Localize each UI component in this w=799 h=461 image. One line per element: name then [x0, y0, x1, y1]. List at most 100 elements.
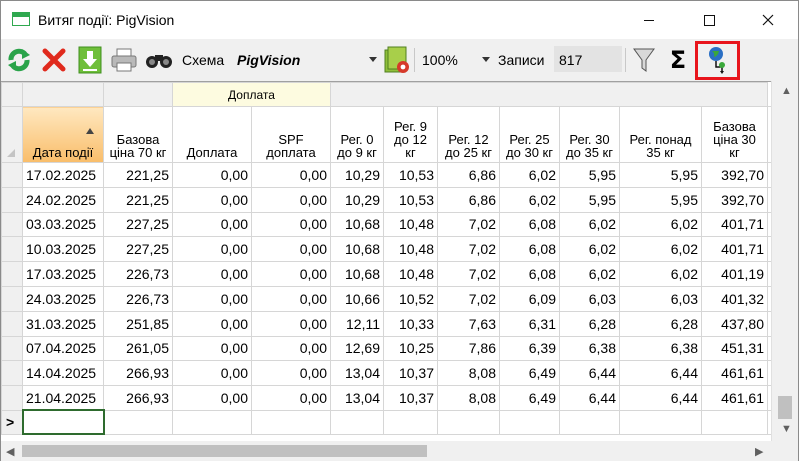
table-cell[interactable]: 0,00 — [172, 385, 252, 411]
maximize-button[interactable] — [686, 1, 732, 39]
table-cell[interactable]: 6,38 — [559, 335, 620, 362]
search-button[interactable] — [144, 45, 174, 75]
table-cell[interactable]: 6,44 — [619, 360, 702, 387]
new-row[interactable]: > — [1, 409, 773, 436]
column-header[interactable]: Дата події — [22, 106, 104, 163]
scheme-settings-button[interactable] — [382, 45, 412, 75]
table-cell[interactable]: 401,32 — [701, 285, 768, 312]
table-cell[interactable]: 0,00 — [251, 261, 331, 287]
table-cell[interactable]: 12,69 — [330, 335, 384, 362]
table-row[interactable]: 03.03.2025 227,25 0,00 0,00 10,68 10,48 7,02 6,… — [1, 211, 773, 238]
table-cell[interactable]: 392,70 — [701, 162, 768, 188]
horizontal-scrollbar[interactable]: ◀ ▶ — [1, 441, 771, 461]
table-cell[interactable]: 0,00 — [172, 360, 252, 387]
table-cell[interactable]: 0,00 — [251, 385, 331, 411]
table-cell[interactable]: 10.03.2025 — [22, 236, 104, 263]
table-cell[interactable]: 10,53 — [383, 186, 438, 213]
close-button[interactable] — [745, 1, 791, 39]
table-cell[interactable]: 6,03 — [559, 285, 620, 312]
table-cell[interactable] — [103, 409, 173, 435]
table-cell[interactable]: 226,73 — [103, 261, 173, 287]
table-cell[interactable]: 10,66 — [330, 285, 384, 312]
table-cell[interactable] — [172, 409, 252, 435]
table-cell[interactable]: 24.02.2025 — [22, 186, 104, 213]
table-cell[interactable]: 03.03.2025 — [22, 211, 104, 238]
table-cell[interactable] — [330, 409, 384, 435]
table-cell[interactable]: 10,33 — [383, 310, 438, 337]
column-header[interactable]: Доплата — [172, 106, 252, 163]
vertical-scroll-thumb[interactable] — [778, 396, 792, 419]
table-cell[interactable]: 10,48 — [383, 236, 438, 263]
table-cell[interactable]: 14.04.2025 — [22, 360, 104, 387]
table-cell[interactable]: 0,00 — [251, 186, 331, 213]
column-header[interactable]: Рег. 9 до 12 кг — [383, 106, 438, 163]
table-cell[interactable]: 10,29 — [330, 162, 384, 188]
table-cell[interactable]: 6,02 — [619, 236, 702, 263]
table-cell[interactable]: 6,44 — [559, 360, 620, 387]
table-cell[interactable]: 461,61 — [701, 385, 768, 411]
row-header[interactable] — [1, 236, 23, 263]
table-cell[interactable]: 401,71 — [701, 211, 768, 238]
table-cell[interactable]: 17.02.2025 — [22, 162, 104, 188]
scroll-down-icon[interactable]: ▼ — [781, 423, 792, 435]
table-cell[interactable]: 0,00 — [251, 211, 331, 238]
table-cell[interactable]: 0,00 — [172, 335, 252, 362]
table-cell[interactable]: 13,04 — [330, 360, 384, 387]
horizontal-scroll-thumb[interactable] — [22, 445, 427, 457]
table-cell[interactable]: 0,00 — [172, 261, 252, 287]
table-row[interactable]: 24.03.2025 226,73 0,00 0,00 10,66 10,52 7,02 6,… — [1, 285, 773, 312]
scheme-dropdown[interactable]: PigVision — [230, 46, 380, 72]
table-cell[interactable]: 0,00 — [251, 162, 331, 188]
table-cell[interactable]: 6,08 — [499, 236, 560, 263]
table-cell[interactable]: 227,25 — [103, 236, 173, 263]
column-header[interactable]: Рег. понад 35 кг — [619, 106, 702, 163]
row-header[interactable] — [1, 360, 23, 387]
filter-button[interactable] — [629, 45, 659, 75]
row-header[interactable] — [1, 285, 23, 312]
table-cell[interactable]: 10,53 — [383, 162, 438, 188]
table-cell[interactable]: 6,31 — [499, 310, 560, 337]
table-cell[interactable]: 0,00 — [172, 236, 252, 263]
table-cell[interactable]: 221,25 — [103, 186, 173, 213]
table-cell[interactable]: 8,08 — [437, 360, 500, 387]
table-cell[interactable]: 10,37 — [383, 385, 438, 411]
table-cell[interactable]: 6,28 — [559, 310, 620, 337]
table-cell[interactable]: 10,25 — [383, 335, 438, 362]
table-cell[interactable]: 7,02 — [437, 285, 500, 312]
table-cell[interactable]: 31.03.2025 — [22, 310, 104, 337]
table-cell[interactable]: 401,71 — [701, 236, 768, 263]
scroll-left-icon[interactable]: ◀ — [6, 445, 14, 458]
table-cell[interactable]: 6,02 — [499, 186, 560, 213]
table-cell[interactable] — [383, 409, 438, 435]
table-cell[interactable]: 7,02 — [437, 236, 500, 263]
table-cell[interactable]: 261,05 — [103, 335, 173, 362]
table-row[interactable]: 31.03.2025 251,85 0,00 0,00 12,11 10,33 7,63 6,… — [1, 310, 773, 337]
table-cell[interactable]: 0,00 — [172, 211, 252, 238]
table-cell[interactable] — [619, 409, 702, 435]
column-header[interactable]: SPF доплата — [251, 106, 331, 163]
table-cell[interactable]: 5,95 — [619, 186, 702, 213]
print-button[interactable] — [109, 45, 139, 75]
column-header[interactable]: Рег. 30 до 35 кг — [559, 106, 620, 163]
table-cell[interactable]: 6,02 — [619, 261, 702, 287]
export-button[interactable] — [75, 45, 105, 75]
table-cell[interactable]: 0,00 — [172, 310, 252, 337]
column-header[interactable]: Рег. 12 до 25 кг — [437, 106, 500, 163]
table-cell[interactable]: 10,68 — [330, 211, 384, 238]
table-cell[interactable]: 0,00 — [172, 285, 252, 312]
table-cell[interactable]: 7,86 — [437, 335, 500, 362]
table-cell[interactable]: 10,48 — [383, 211, 438, 238]
table-cell[interactable]: 6,49 — [499, 360, 560, 387]
table-cell[interactable]: 10,29 — [330, 186, 384, 213]
table-row[interactable]: 24.02.2025 221,25 0,00 0,00 10,29 10,53 6,86 6,… — [1, 186, 773, 213]
table-cell[interactable]: 227,25 — [103, 211, 173, 238]
table-row[interactable]: 21.04.2025 266,93 0,00 0,00 13,04 10,37 8,08 6,… — [1, 385, 773, 411]
table-cell[interactable]: 8,08 — [437, 385, 500, 411]
table-cell[interactable]: 10,48 — [383, 261, 438, 287]
table-cell[interactable]: 6,28 — [619, 310, 702, 337]
new-row-input-cell[interactable] — [21, 409, 105, 436]
table-cell[interactable] — [559, 409, 620, 435]
table-cell[interactable]: 7,02 — [437, 261, 500, 287]
column-header[interactable]: Базова ціна 30 кг — [701, 106, 768, 163]
table-cell[interactable]: 21.04.2025 — [22, 385, 104, 411]
